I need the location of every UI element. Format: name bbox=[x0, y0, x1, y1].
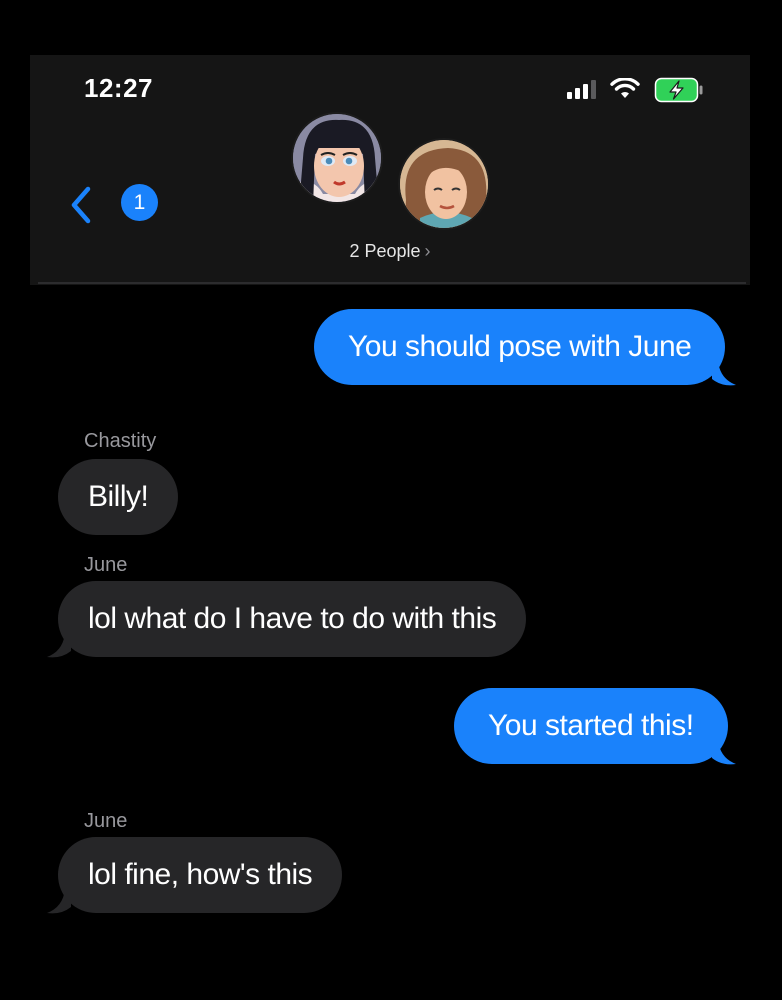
cellular-signal-icon bbox=[567, 79, 596, 99]
sender-name: June bbox=[84, 554, 128, 576]
back-button[interactable] bbox=[68, 185, 94, 225]
status-icons bbox=[567, 77, 703, 103]
sender-name: Chastity bbox=[84, 430, 157, 452]
message-bubble-outgoing[interactable]: You started this! bbox=[454, 688, 728, 764]
group-label-text: 2 People bbox=[349, 241, 421, 261]
chevron-right-icon: › bbox=[424, 241, 431, 261]
wifi-icon bbox=[610, 78, 640, 100]
avatar-june[interactable] bbox=[398, 138, 490, 230]
bubble-tail bbox=[712, 361, 736, 386]
messages-screen: 12:27 1 2 People › You should pose with … bbox=[0, 0, 782, 1000]
message-bubble-incoming[interactable]: lol what do I have to do with this bbox=[58, 581, 527, 657]
group-members-link[interactable]: 2 People › bbox=[30, 241, 750, 262]
sender-name: June bbox=[84, 810, 128, 832]
avatar-chastity[interactable] bbox=[291, 112, 383, 204]
bubble-tail bbox=[47, 633, 71, 658]
message-bubble-incoming[interactable]: lol fine, how's this bbox=[58, 837, 343, 913]
message-bubble-outgoing[interactable]: You should pose with June bbox=[314, 309, 726, 385]
message-text: lol fine, how's this bbox=[88, 858, 313, 891]
status-time: 12:27 bbox=[84, 73, 153, 103]
message-text: Billy! bbox=[88, 480, 149, 513]
bubble-tail bbox=[47, 889, 71, 914]
message-text: lol what do I have to do with this bbox=[88, 602, 497, 635]
message-text: You started this! bbox=[488, 709, 694, 742]
message-bubble-incoming[interactable]: Billy! bbox=[58, 459, 179, 535]
bubble-tail bbox=[712, 740, 736, 765]
conversation-header: 12:27 1 2 People › bbox=[30, 55, 750, 285]
unread-count-badge[interactable]: 1 bbox=[121, 184, 158, 221]
chevron-left-icon bbox=[71, 186, 91, 224]
battery-charging-icon bbox=[654, 77, 703, 103]
header-divider bbox=[38, 282, 746, 284]
message-text: You should pose with June bbox=[348, 330, 692, 363]
